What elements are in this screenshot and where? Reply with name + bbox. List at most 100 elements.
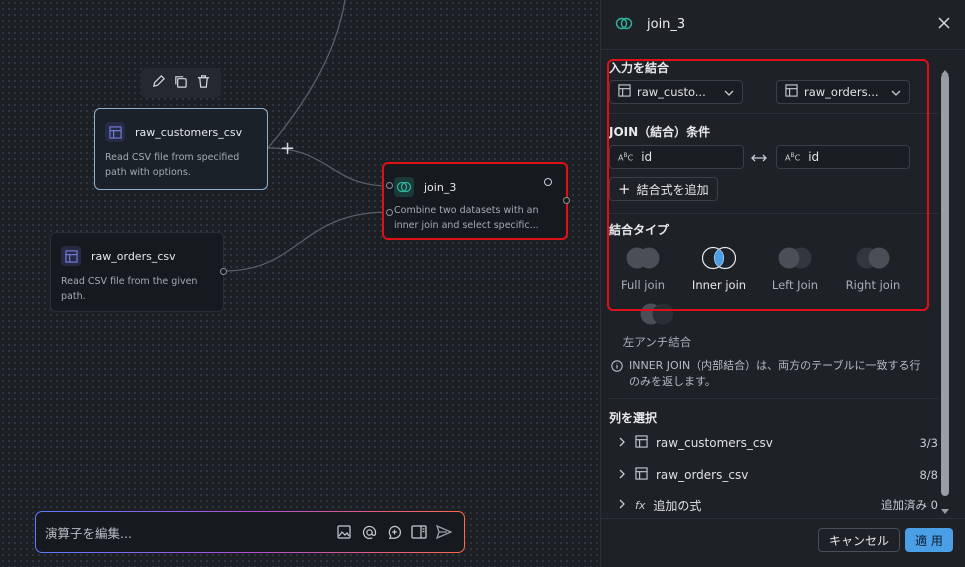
join-type-label: Full join [620, 278, 666, 292]
node-description: Read CSV file from the given path. [61, 276, 198, 302]
add-join-expression-label: 結合式を追加 [636, 182, 709, 197]
table-icon [785, 84, 798, 100]
input-port-right[interactable] [386, 209, 393, 216]
divider [609, 398, 938, 399]
join-type-left[interactable]: Left Join [759, 246, 831, 292]
workflow-canvas[interactable]: raw_customers_csv Read CSV file from spe… [0, 0, 600, 567]
node-title: join_3 [424, 180, 457, 194]
node-title: raw_customers_csv [135, 125, 243, 139]
right-key-value: id [808, 150, 820, 164]
edge-orders-join [223, 211, 390, 272]
input-port-left[interactable] [386, 182, 393, 189]
trash-icon[interactable] [196, 74, 211, 93]
left-join-icon [778, 247, 812, 269]
string-type-icon: ABC [785, 151, 801, 163]
column-group-row[interactable]: raw_orders_csv 8/8 [619, 464, 938, 486]
string-type-icon: ABC [618, 151, 634, 163]
scroll-down-icon[interactable] [941, 500, 949, 519]
column-group-name: raw_customers_csv [656, 436, 773, 450]
apply-button[interactable]: 適 用 [905, 528, 953, 552]
image-icon[interactable] [332, 520, 356, 544]
chat-add-icon[interactable] [382, 520, 406, 544]
inputs-section-title: 入力を結合 [609, 61, 670, 75]
left-key-value: id [641, 150, 653, 164]
prompt-bar: 演算子を編集... [35, 511, 465, 553]
left-input-value: raw_custo... [637, 85, 706, 99]
pencil-icon[interactable] [151, 74, 166, 93]
columns-section-title: 列を選択 [609, 411, 658, 425]
column-group-name: raw_orders_csv [656, 468, 749, 482]
node-description: Combine two datasets with an inner join … [394, 205, 539, 231]
column-group-count: 3/3 [919, 436, 938, 450]
column-group-row[interactable]: fx 追加の式 追加済み 0 [619, 494, 938, 516]
table-icon [635, 467, 648, 483]
node-join-3[interactable]: join_3 Combine two datasets with an inne… [382, 162, 568, 240]
prompt-input[interactable]: 演算子を編集... [45, 523, 331, 542]
panel-body: 入力を結合 raw_custo... raw_orders... JOIN（結合… [601, 50, 965, 518]
column-group-count: 8/8 [919, 468, 938, 482]
full-join-icon [626, 247, 660, 269]
node-toolbar [141, 68, 221, 98]
chevron-down-icon [891, 85, 901, 99]
inner-join-icon [702, 246, 736, 270]
scroll-up-icon[interactable] [941, 60, 949, 79]
left-input-select[interactable]: raw_custo... [609, 80, 743, 104]
join-type-label: Right join [845, 278, 901, 292]
chevron-right-icon [619, 468, 625, 482]
table-icon [61, 246, 81, 266]
output-port[interactable] [220, 268, 227, 275]
column-group-name: 追加の式 [653, 498, 702, 513]
left-key-field[interactable]: ABC id [609, 145, 744, 169]
mention-icon[interactable] [357, 520, 381, 544]
divider [609, 113, 938, 114]
condition-section-title: JOIN（結合）条件 [609, 125, 711, 139]
chevron-down-icon [724, 85, 734, 99]
panel-icon[interactable] [407, 520, 431, 544]
node-description: Read CSV file from specified path with o… [105, 152, 240, 178]
table-icon [105, 122, 125, 142]
left-anti-join-icon [640, 303, 674, 325]
table-icon [618, 84, 631, 100]
node-title: raw_orders_csv [91, 249, 176, 263]
chevron-right-icon [619, 498, 625, 512]
function-icon: fx [635, 498, 646, 512]
divider [609, 213, 938, 214]
add-join-expression-button[interactable]: + 結合式を追加 [609, 177, 718, 201]
scrollbar-thumb[interactable] [941, 74, 949, 496]
join-info-text: INNER JOIN（内部結合）は、両方のテーブルに一致する行のみを返します。 [629, 359, 921, 388]
close-icon[interactable] [937, 15, 951, 34]
side-panel: join_3 入力を結合 raw_custo... raw_orders... … [600, 0, 965, 567]
output-port[interactable] [563, 197, 570, 204]
right-key-field[interactable]: ABC id [776, 145, 910, 169]
join-type-full[interactable]: Full join [607, 246, 679, 292]
join-info: INNER JOIN（内部結合）は、両方のテーブルに一致する行のみを返します。 [611, 358, 931, 390]
join-type-section-title: 結合タイプ [609, 223, 670, 237]
add-node-icon[interactable]: + [280, 140, 295, 158]
node-raw-customers-csv[interactable]: raw_customers_csv Read CSV file from spe… [94, 108, 268, 190]
join-icon [615, 15, 633, 34]
join-type-left-anti[interactable]: 左アンチ結合 [621, 302, 693, 350]
panel-footer: キャンセル 適 用 [601, 518, 965, 567]
info-icon [611, 360, 623, 390]
right-input-select[interactable]: raw_orders... [776, 80, 910, 104]
status-circle-icon [544, 178, 552, 186]
swap-arrows-icon[interactable] [751, 149, 767, 168]
join-type-right[interactable]: Right join [837, 246, 909, 292]
node-raw-orders-csv[interactable]: raw_orders_csv Read CSV file from the gi… [50, 232, 224, 312]
send-icon[interactable] [432, 520, 456, 544]
panel-header: join_3 [601, 0, 965, 50]
edge-top [267, 0, 346, 149]
right-input-value: raw_orders... [804, 85, 879, 99]
cancel-button[interactable]: キャンセル [818, 528, 900, 552]
chevron-right-icon [619, 436, 625, 450]
column-group-row[interactable]: raw_customers_csv 3/3 [619, 432, 938, 454]
join-type-label: Left Join [771, 278, 819, 292]
join-type-label: Inner join [691, 278, 747, 292]
column-group-count: 追加済み 0 [881, 498, 938, 512]
join-type-label: 左アンチ結合 [622, 335, 692, 349]
plus-icon: + [618, 180, 631, 198]
copy-icon[interactable] [173, 74, 188, 93]
join-type-inner[interactable]: Inner join [683, 246, 755, 292]
join-icon [394, 177, 414, 197]
table-icon [635, 435, 648, 451]
